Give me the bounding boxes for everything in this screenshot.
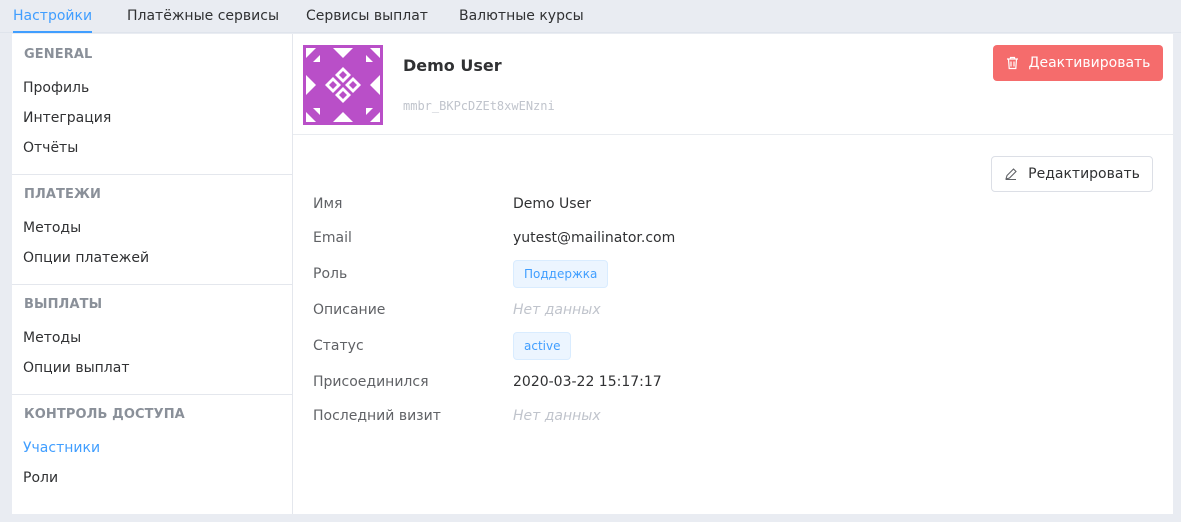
status-badge: active (513, 332, 572, 360)
deactivate-label: Деактивировать (1028, 55, 1151, 71)
identicon-icon (303, 45, 383, 125)
section-title-access-control: КОНТРОЛЬ ДОСТУПА (24, 407, 185, 422)
name-label: Имя (313, 196, 343, 212)
description-value: Нет данных (513, 302, 601, 318)
tab-payout-services[interactable]: Сервисы выплат (306, 0, 428, 33)
divider (12, 174, 293, 175)
settings-tabs: Настройки Платёжные сервисы Сервисы выпл… (0, 0, 1181, 33)
member-id: mmbr_BKPcDZEt8xwENzni (403, 99, 555, 113)
description-label: Описание (313, 302, 386, 318)
avatar (303, 45, 383, 125)
joined-label: Присоединился (313, 374, 429, 390)
joined-value: 2020-03-22 15:17:17 (513, 374, 662, 390)
deactivate-button[interactable]: Деактивировать (993, 45, 1163, 81)
sidebar-item-payment-methods[interactable]: Методы (23, 220, 81, 236)
divider (12, 284, 293, 285)
status-label: Статус (313, 338, 364, 354)
role-tag: Поддержка (513, 260, 609, 288)
trash-icon (1006, 56, 1019, 70)
pencil-icon (1004, 167, 1018, 181)
sidebar-item-profile[interactable]: Профиль (23, 80, 89, 96)
settings-sidebar: GENERAL Профиль Интеграция Отчёты ПЛАТЕЖ… (12, 34, 293, 514)
sidebar-item-payment-options[interactable]: Опции платежей (23, 250, 149, 266)
sidebar-item-integration[interactable]: Интеграция (23, 110, 111, 126)
tab-settings[interactable]: Настройки (13, 0, 93, 33)
role-label: Роль (313, 266, 348, 282)
section-title-payouts: ВЫПЛАТЫ (24, 297, 103, 312)
email-label: Email (313, 230, 352, 246)
sidebar-item-roles[interactable]: Роли (23, 470, 58, 486)
sidebar-item-reports[interactable]: Отчёты (23, 140, 78, 156)
member-name: Demo User (403, 56, 502, 75)
sidebar-item-payout-options[interactable]: Опции выплат (23, 360, 130, 376)
tab-payment-services[interactable]: Платёжные сервисы (127, 0, 279, 33)
sidebar-item-members[interactable]: Участники (23, 440, 100, 456)
edit-button[interactable]: Редактировать (991, 156, 1153, 192)
divider (293, 134, 1173, 135)
name-value: Demo User (513, 196, 591, 212)
divider (12, 394, 293, 395)
tab-currency-rates[interactable]: Валютные курсы (459, 0, 584, 33)
last-visit-label: Последний визит (313, 408, 441, 424)
section-title-general: GENERAL (24, 47, 93, 62)
edit-label: Редактировать (1028, 166, 1140, 182)
member-details-panel: Demo User mmbr_BKPcDZEt8xwENzni Деактиви… (293, 34, 1173, 514)
sidebar-item-payout-methods[interactable]: Методы (23, 330, 81, 346)
email-value: yutest@mailinator.com (513, 230, 676, 246)
last-visit-value: Нет данных (513, 408, 601, 424)
section-title-payments: ПЛАТЕЖИ (24, 187, 101, 202)
